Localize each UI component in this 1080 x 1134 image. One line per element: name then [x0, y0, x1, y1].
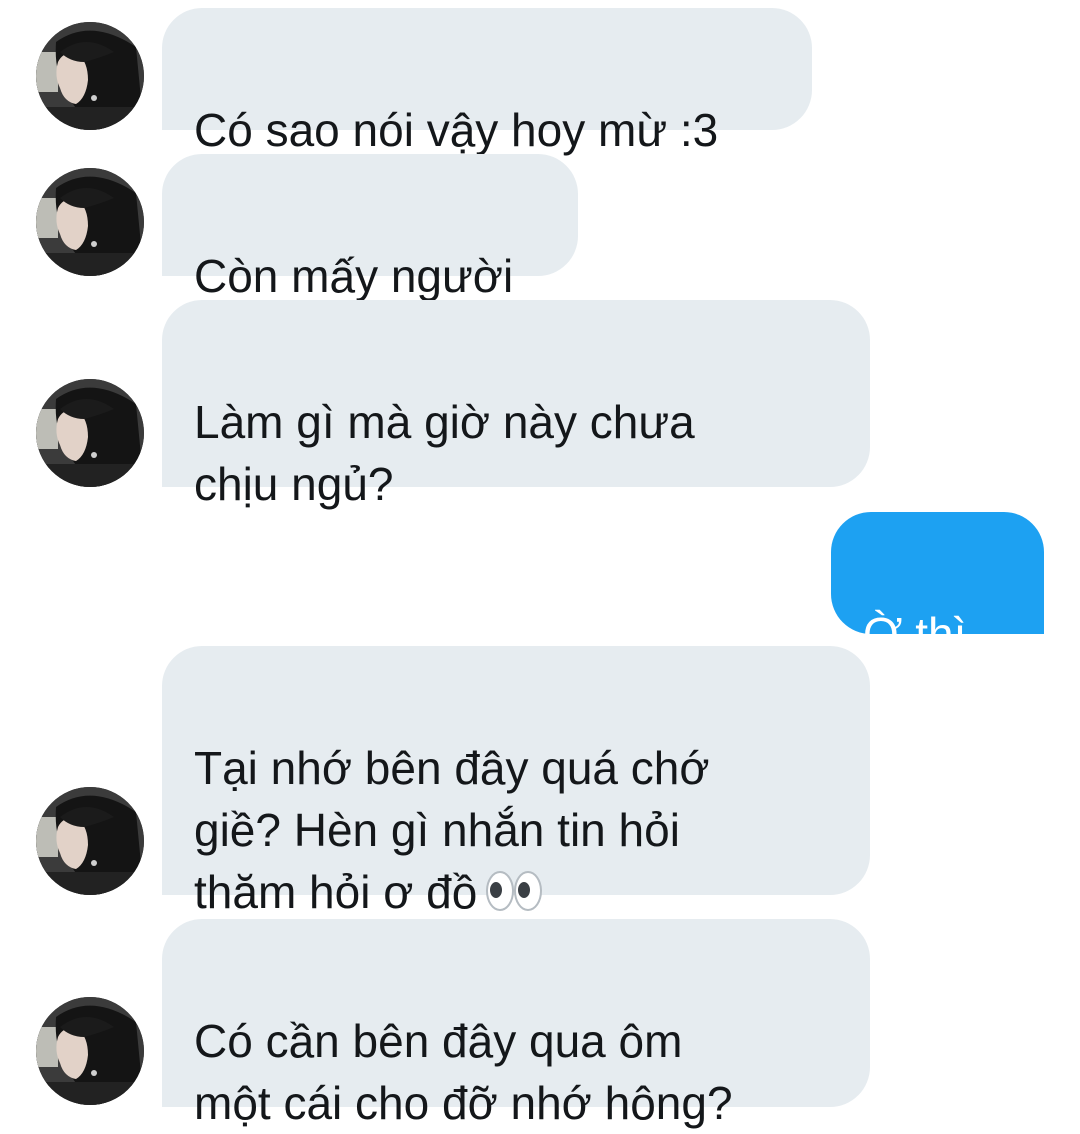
message-bubble-incoming[interactable]: Có sao nói vậy hoy mừ :3	[162, 8, 812, 156]
message-text: Tại nhớ bên đây quá chớ giề? Hèn gì nhắn…	[194, 742, 710, 918]
avatar[interactable]	[36, 168, 144, 276]
message-bubble-incoming[interactable]: Làm gì mà giờ này chưa chịu ngủ?	[162, 300, 870, 510]
message-text: Có cần bên đây qua ôm một cái cho đỡ nhớ…	[194, 1015, 733, 1129]
message-text: Còn mấy người	[194, 250, 514, 302]
message-bubble-incoming[interactable]: Tại nhớ bên đây quá chớ giề? Hèn gì nhắn…	[162, 646, 870, 918]
avatar[interactable]	[36, 379, 144, 487]
avatar[interactable]	[36, 787, 144, 895]
message-text: Ờ thì...	[863, 608, 1005, 660]
eyes-icon	[485, 865, 543, 927]
message-text: Có sao nói vậy hoy mừ :3	[194, 104, 719, 156]
avatar[interactable]	[36, 22, 144, 130]
message-bubble-outgoing[interactable]: Ờ thì...	[831, 512, 1044, 660]
message-bubble-incoming[interactable]: Có cần bên đây qua ôm một cái cho đỡ nhớ…	[162, 919, 870, 1129]
message-bubble-incoming[interactable]: Còn mấy người	[162, 154, 578, 302]
message-text: Làm gì mà giờ này chưa chịu ngủ?	[194, 396, 695, 510]
avatar[interactable]	[36, 997, 144, 1105]
